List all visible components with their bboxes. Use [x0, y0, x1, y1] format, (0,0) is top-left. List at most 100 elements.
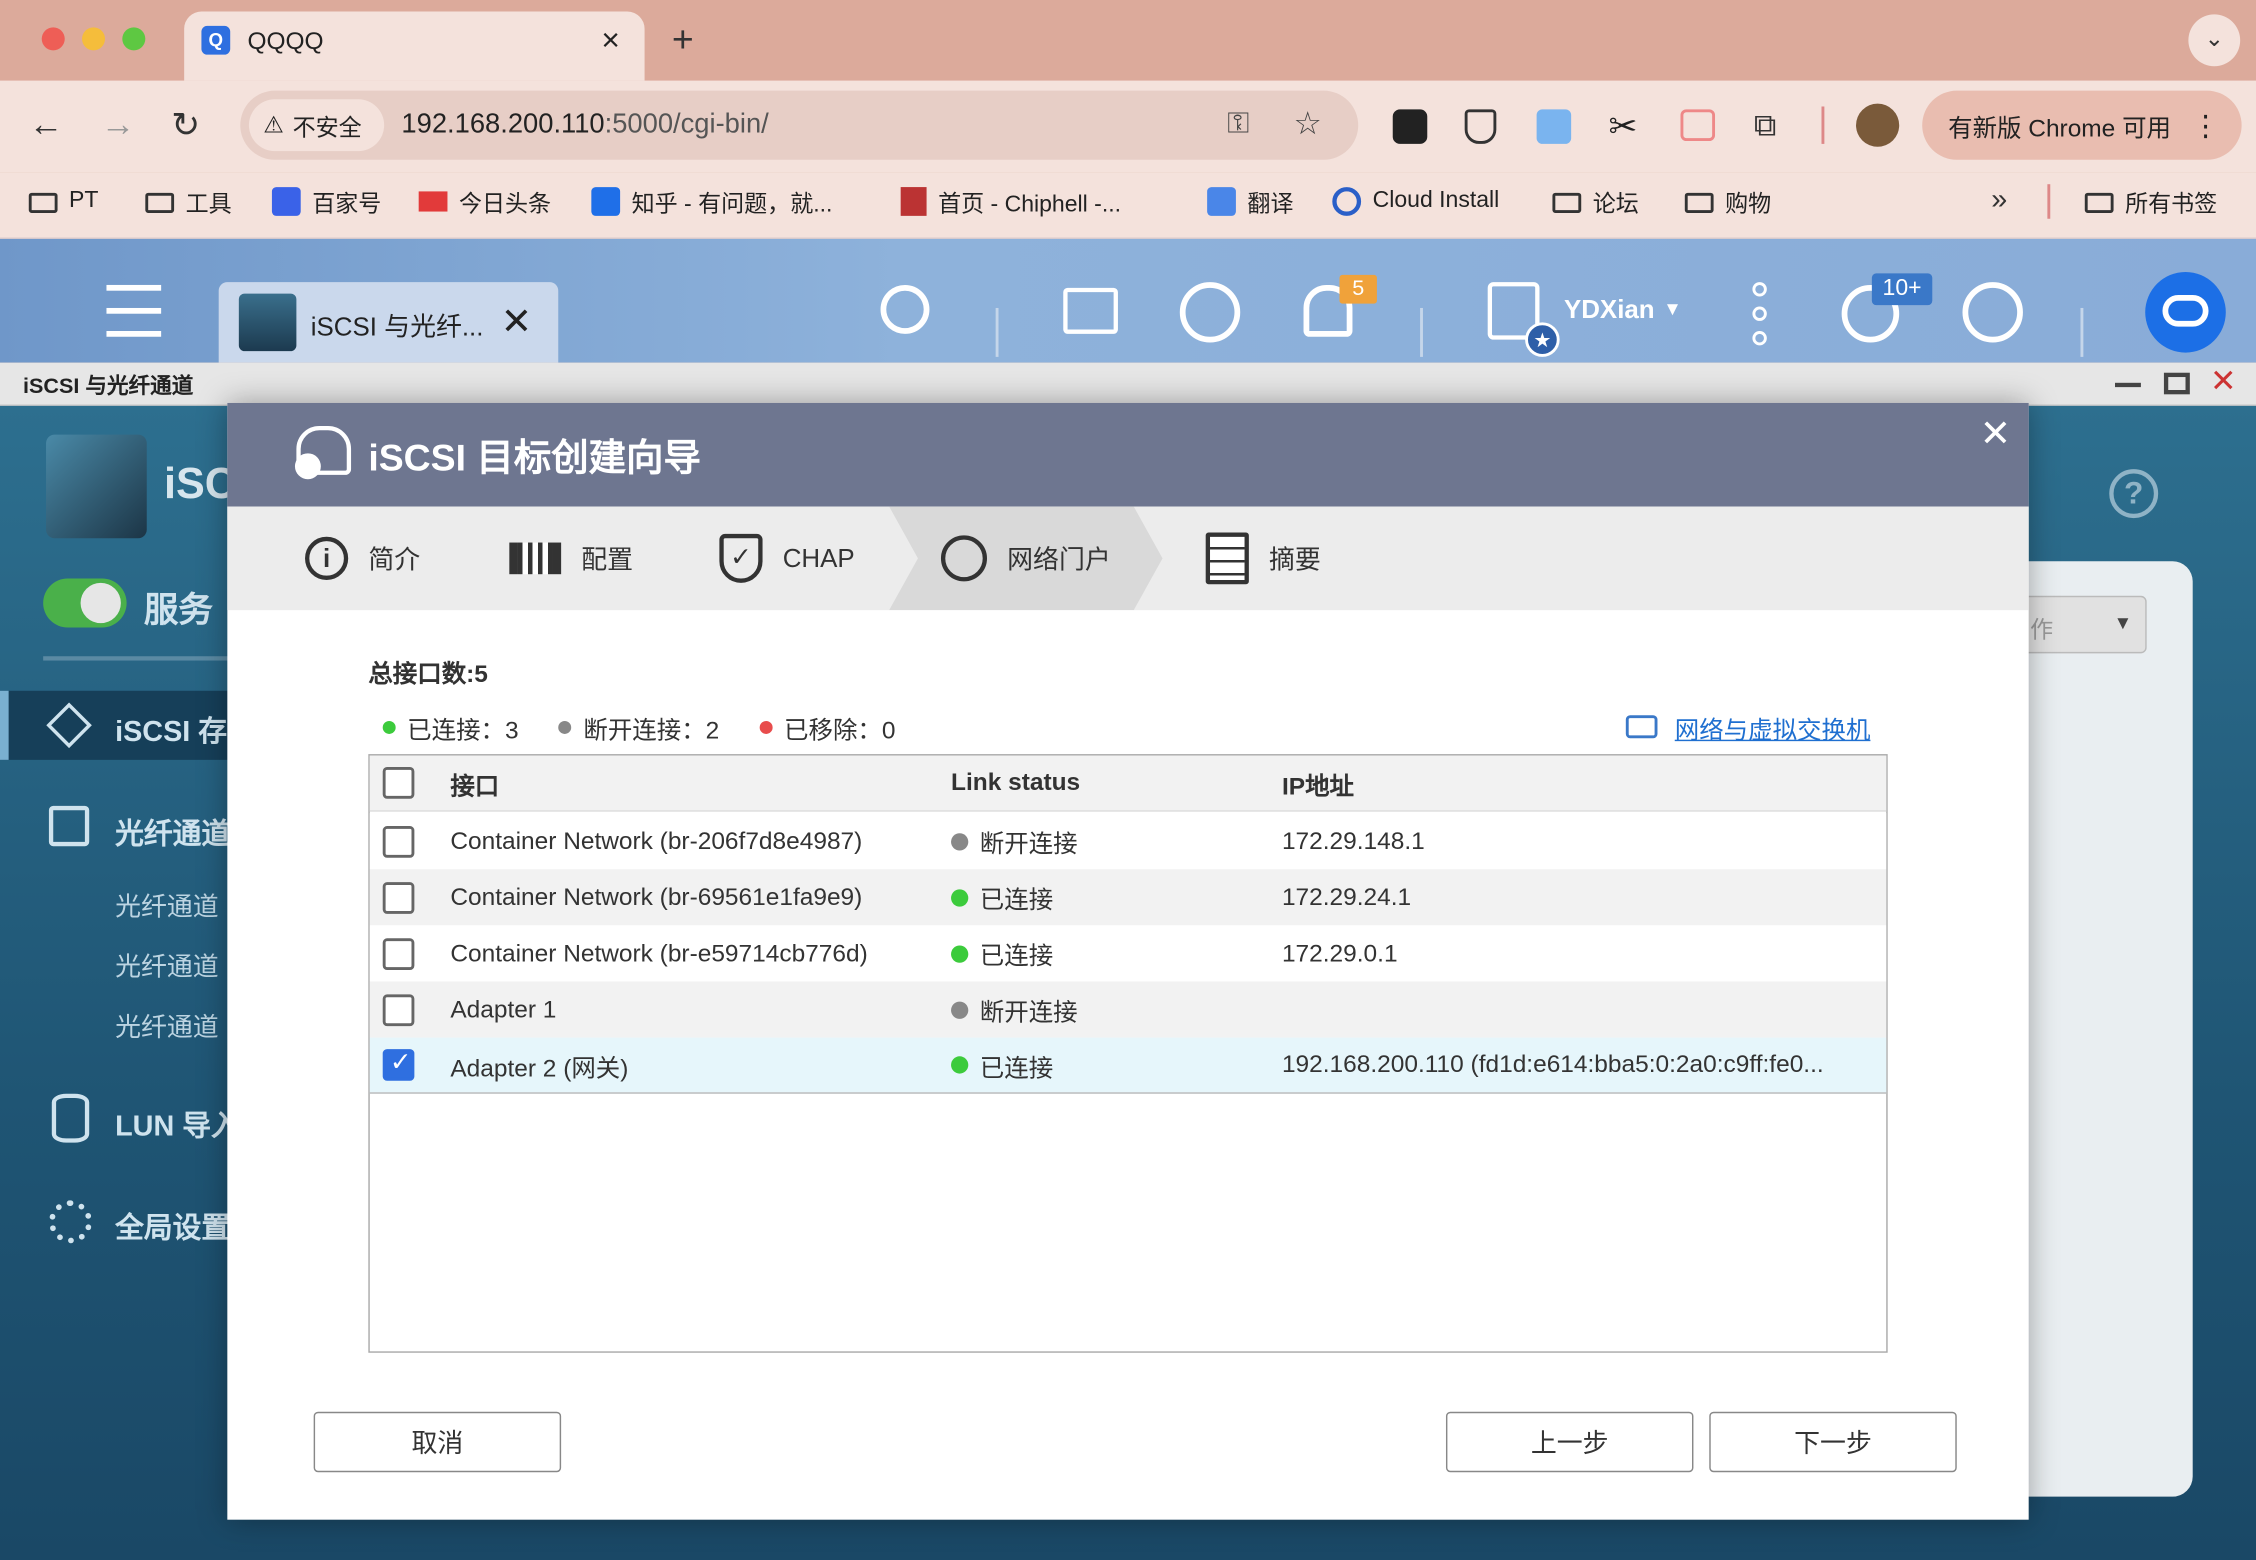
nas-tab-close-icon[interactable]: ✕ — [501, 299, 532, 344]
resource-monitor-icon[interactable] — [1962, 282, 2023, 343]
table-row[interactable]: Container Network (br-e59714cb776d) 已连接 … — [369, 925, 1887, 982]
status-dot-icon — [951, 1056, 969, 1074]
legend-connected: 已连接：3 — [407, 715, 519, 744]
more-bookmarks-icon[interactable]: » — [1991, 184, 2007, 217]
more-options-icon[interactable] — [1752, 282, 1769, 346]
bookmark-item[interactable]: 论坛 — [1552, 183, 1639, 220]
checkmark-icon: ✓ — [389, 1047, 412, 1077]
notification-badge: 5 — [1339, 274, 1377, 304]
tab-search-chevron-icon[interactable]: ⌄ — [2188, 14, 2241, 67]
bookmark-item[interactable]: 翻译 — [1207, 183, 1293, 220]
user-name[interactable]: YDXian — [1564, 295, 1655, 325]
status-dot-icon — [951, 832, 969, 850]
bookmark-item[interactable]: Cloud Install — [1332, 183, 1499, 220]
tab-close-icon[interactable]: × — [601, 22, 620, 59]
status-dot-icon — [951, 1000, 969, 1019]
maximize-window-button[interactable] — [122, 27, 146, 51]
app-window-title: iSCSI 与光纤通道 — [23, 374, 194, 399]
close-window-button[interactable] — [41, 27, 65, 51]
nas-app-tab[interactable]: iSCSI 与光纤... ✕ — [218, 282, 559, 363]
select-all-checkbox[interactable] — [382, 767, 415, 799]
table-row-selected[interactable]: ✓ Adapter 2 (网关) 已连接 192.168.200.110 (fd… — [369, 1037, 1887, 1094]
table-row[interactable]: Container Network (br-69561e1fa9e9) 已连接 … — [369, 869, 1887, 926]
extensions-puzzle-icon[interactable]: ⧉ — [1754, 106, 1777, 143]
sync-icon[interactable] — [1179, 282, 1241, 343]
row-checkbox[interactable] — [382, 993, 415, 1026]
reload-icon[interactable]: ↻ — [171, 105, 200, 147]
browser-tab[interactable]: Q QQQQ × — [184, 11, 645, 81]
bookmark-star-icon[interactable]: ☆ — [1293, 105, 1321, 142]
background-tasks-icon[interactable] — [1063, 287, 1118, 334]
next-button[interactable]: 下一步 — [1709, 1411, 1957, 1473]
step-intro: i 简介 — [305, 507, 420, 611]
table-row[interactable]: Container Network (br-206f7d8e4987) 断开连接… — [369, 813, 1887, 870]
bookmark-item[interactable]: 首页 - Chiphell -... — [900, 183, 1121, 220]
myqnapcloud-icon[interactable] — [2145, 271, 2226, 353]
wizard-title: iSCSI 目标创建向导 — [368, 436, 701, 480]
help-icon[interactable]: ? — [2109, 469, 2159, 519]
key-icon[interactable]: ⚿ — [1227, 108, 1249, 141]
sidebar-subitem-fc[interactable]: 光纤通道 — [115, 947, 219, 984]
search-icon[interactable] — [880, 284, 930, 334]
chrome-update-button[interactable]: 有新版 Chrome 可用 ⋮ — [1922, 90, 2242, 160]
bookmark-item[interactable]: PT — [28, 183, 99, 220]
new-tab-icon[interactable]: + — [672, 17, 694, 62]
sidebar-subitem-fc[interactable]: 光纤通道 — [115, 886, 219, 923]
interface-name: Container Network (br-e59714cb776d) — [450, 939, 868, 967]
all-bookmarks[interactable]: 所有书签 — [2084, 183, 2217, 220]
window-close-icon[interactable]: ✕ — [2210, 363, 2237, 400]
ip-address: 192.168.200.110 (fd1d:e614:bba5:0:2a0:c9… — [1281, 1050, 1824, 1078]
disconnected-dot-icon — [558, 720, 572, 734]
action-dropdown[interactable]: 作 ▼ — [2008, 595, 2147, 654]
forward-icon[interactable]: → — [101, 105, 136, 145]
cancel-button[interactable]: 取消 — [313, 1411, 562, 1473]
main-menu-icon[interactable] — [106, 284, 162, 337]
total-interfaces: 总接口数:5 — [368, 660, 488, 688]
address-bar[interactable]: ⚠ 不安全 192.168.200.110:5000/cgi-bin/ ⚿ ☆ — [240, 90, 1359, 160]
ip-address: 172.29.148.1 — [1281, 826, 1425, 855]
network-portal-icon — [940, 535, 988, 582]
minimize-window-button[interactable] — [82, 27, 106, 51]
extension-tv-icon[interactable] — [1680, 109, 1716, 142]
extension-tampermonkey-icon[interactable] — [1392, 109, 1428, 144]
network-switch-link[interactable]: 网络与虚拟交换机 — [1625, 709, 1870, 745]
profile-avatar[interactable] — [1856, 103, 1900, 147]
sidebar-subitem-fc[interactable]: 光纤通道 — [115, 1007, 219, 1044]
bookmark-item[interactable]: 工具 — [145, 183, 232, 220]
user-dropdown-icon[interactable]: ▼ — [1663, 298, 1682, 320]
sidebar-item-global[interactable]: 全局设置 — [115, 1205, 230, 1247]
sidebar-item-lun[interactable]: LUN 导入 — [115, 1102, 240, 1144]
extension-translate-icon[interactable] — [1536, 109, 1572, 144]
sidebar-item-fc[interactable]: 光纤通道 — [115, 810, 230, 852]
app-header-title: iSC — [164, 460, 236, 509]
row-checkbox[interactable] — [382, 937, 415, 970]
extension-bitwarden-icon[interactable] — [1464, 109, 1497, 144]
link-status: 已连接 — [951, 935, 1053, 971]
sidebar-item-iscsi[interactable]: iSCSI 存 — [0, 690, 231, 760]
sidebar-divider — [43, 656, 231, 661]
back-icon[interactable]: ← — [29, 105, 64, 145]
bookmark-item[interactable]: 知乎 - 有问题，就... — [591, 183, 832, 220]
window-minimize-icon[interactable] — [2115, 382, 2141, 388]
bookmarks-divider — [2047, 184, 2051, 219]
col-interface: 接口 — [450, 772, 500, 800]
topbar-divider — [1420, 307, 1423, 357]
bookmark-item[interactable]: 百家号 — [271, 183, 381, 220]
row-checkbox-checked[interactable]: ✓ — [382, 1047, 415, 1081]
window-restore-icon[interactable] — [2163, 372, 2190, 395]
bookmark-item[interactable]: 购物 — [1684, 183, 1771, 220]
bookmark-item[interactable]: 今日头条 — [418, 183, 551, 220]
dialog-close-icon[interactable]: ✕ — [1980, 412, 2011, 457]
wizard-cloud-icon — [294, 425, 352, 480]
table-row[interactable]: Adapter 1 断开连接 — [369, 981, 1887, 1038]
service-toggle[interactable] — [43, 578, 127, 628]
row-checkbox[interactable] — [382, 825, 415, 857]
row-checkbox[interactable] — [382, 881, 415, 914]
nas-app-tab-label: iSCSI 与光纤... — [310, 312, 484, 342]
folder-icon — [145, 192, 175, 213]
cloud-icon — [1332, 187, 1362, 216]
extension-scissors-icon[interactable]: ✂ — [1609, 106, 1638, 148]
previous-button[interactable]: 上一步 — [1445, 1411, 1694, 1473]
config-barcode-icon — [509, 542, 562, 575]
security-chip[interactable]: ⚠ 不安全 — [248, 99, 385, 152]
